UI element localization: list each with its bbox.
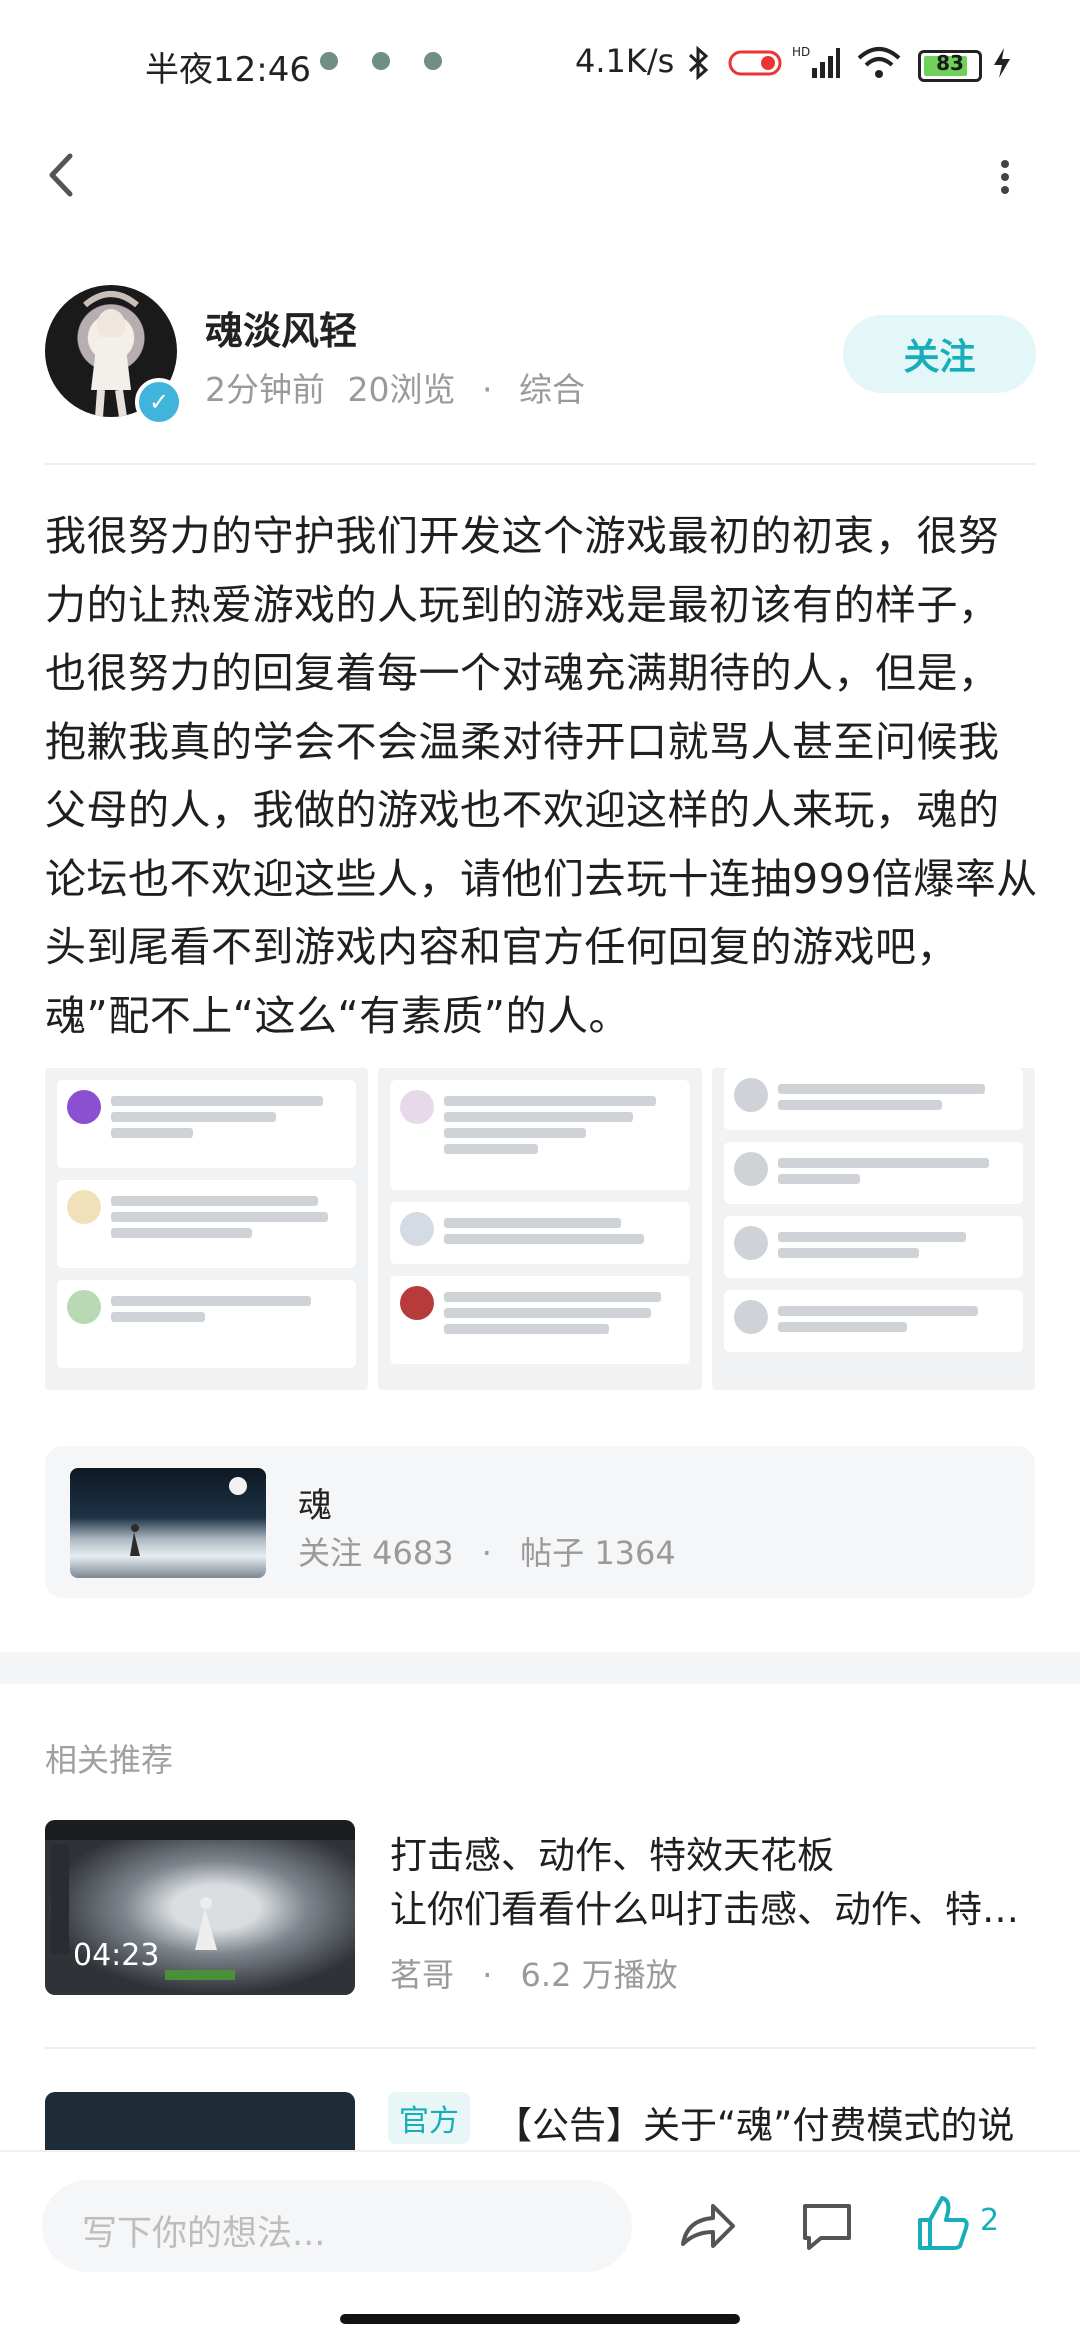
more-options-icon[interactable] — [990, 150, 1020, 204]
video-duration: 04:23 — [73, 1938, 160, 1973]
home-indicator[interactable] — [340, 2314, 740, 2324]
meta-separator: · — [481, 1534, 492, 1572]
like-icon[interactable] — [910, 2192, 974, 2256]
avatar — [733, 1078, 768, 1112]
avatar — [400, 1212, 435, 1246]
divider — [45, 2047, 1035, 2049]
divider — [45, 463, 1035, 465]
follow-button[interactable]: 关注 — [843, 315, 1036, 393]
back-icon[interactable] — [40, 148, 88, 202]
post-meta: 2分钟前 20浏览 · 综合 — [205, 363, 585, 411]
bottom-action-bar: 写下你的想法... 2 — [0, 2150, 1080, 2342]
avatar — [67, 1090, 101, 1124]
recommend-item-author: 茗哥 — [390, 1956, 455, 1994]
meta-separator: · — [482, 370, 493, 409]
status-time: 半夜12:46 — [145, 50, 311, 90]
video-thumbnail[interactable]: 04:23 — [45, 1820, 355, 1995]
topic-card[interactable]: 魂 关注 4683 · 帖子 1364 — [45, 1446, 1035, 1598]
notification-icon — [320, 52, 338, 70]
avatar — [67, 1290, 101, 1324]
comment-preview — [723, 1216, 1023, 1278]
network-speed: 4.1K/s — [575, 42, 675, 80]
post-category[interactable]: 综合 — [519, 370, 585, 409]
comment-preview — [390, 1080, 690, 1190]
section-separator — [0, 1652, 1080, 1684]
comment-input-placeholder: 写下你的想法... — [82, 2214, 326, 2254]
post-time: 2分钟前 — [205, 370, 325, 409]
comment-preview — [57, 1080, 357, 1168]
status-bar: 半夜12:46 4.1K/s HD 83 — [0, 0, 1080, 120]
share-icon[interactable] — [675, 2194, 739, 2258]
comment-preview — [57, 1280, 357, 1368]
post-image[interactable] — [45, 1068, 369, 1390]
battery-indicator: 83 — [918, 50, 982, 82]
topic-posts: 帖子 1364 — [520, 1534, 676, 1572]
comment-preview — [390, 1276, 690, 1364]
comment-input[interactable]: 写下你的想法... — [42, 2180, 632, 2272]
topic-stats: 关注 4683 · 帖子 1364 — [298, 1528, 676, 1574]
verified-badge-icon: ✓ — [135, 378, 183, 426]
bluetooth-icon — [688, 46, 709, 80]
topic-followers: 关注 4683 — [298, 1534, 454, 1572]
post-image[interactable] — [711, 1068, 1035, 1390]
recommend-item-title[interactable]: 【公告】关于“魂”付费模式的说 — [495, 2095, 1014, 2149]
topic-cover-image — [70, 1468, 266, 1578]
svg-text:HD: HD — [792, 45, 810, 59]
topic-name: 魂 — [298, 1486, 332, 1526]
avatar — [400, 1090, 435, 1124]
wifi-icon — [857, 47, 901, 78]
avatar — [67, 1190, 101, 1224]
signal-icon: HD — [792, 45, 840, 78]
cover-figure — [130, 1477, 247, 1556]
like-count: 2 — [980, 2203, 1000, 2238]
post-images — [45, 1068, 1035, 1390]
section-title: 相关推荐 — [45, 1741, 174, 1779]
avatar — [733, 1226, 768, 1260]
comment-preview — [723, 1290, 1023, 1352]
avatar — [733, 1300, 768, 1334]
comment-preview — [57, 1180, 357, 1268]
recommend-item-meta: 茗哥 · 6.2 万播放 — [390, 1950, 678, 1996]
notification-icon — [424, 52, 442, 70]
comment-preview — [390, 1202, 690, 1264]
post-content: 我很努力的守护我们开发这个游戏最初的初衷，很努力的让热爱游戏的人玩到的游戏是最初… — [45, 512, 1038, 1040]
meta-separator: · — [482, 1956, 493, 1994]
post-views: 20浏览 — [347, 370, 456, 409]
recommend-item-title[interactable]: 打击感、动作、特效天花板 — [390, 1825, 834, 1879]
avatar — [733, 1152, 768, 1186]
post-image[interactable] — [378, 1068, 702, 1390]
comment-icon[interactable] — [795, 2194, 859, 2258]
comment-preview — [723, 1142, 1023, 1204]
alarm-toggle-icon — [728, 50, 782, 76]
comment-preview — [723, 1068, 1023, 1130]
author-name[interactable]: 魂淡风轻 — [205, 300, 357, 355]
avatar — [400, 1286, 435, 1320]
official-badge: 官方 — [388, 2092, 470, 2144]
notification-icon — [372, 52, 390, 70]
recommend-item-plays: 6.2 万播放 — [520, 1956, 678, 1994]
recommend-thumbnail[interactable] — [45, 2092, 355, 2152]
charging-icon — [994, 48, 1010, 78]
recommend-item-subtitle[interactable]: 让你们看看什么叫打击感、动作、特效天花板 — [390, 1879, 1040, 1933]
